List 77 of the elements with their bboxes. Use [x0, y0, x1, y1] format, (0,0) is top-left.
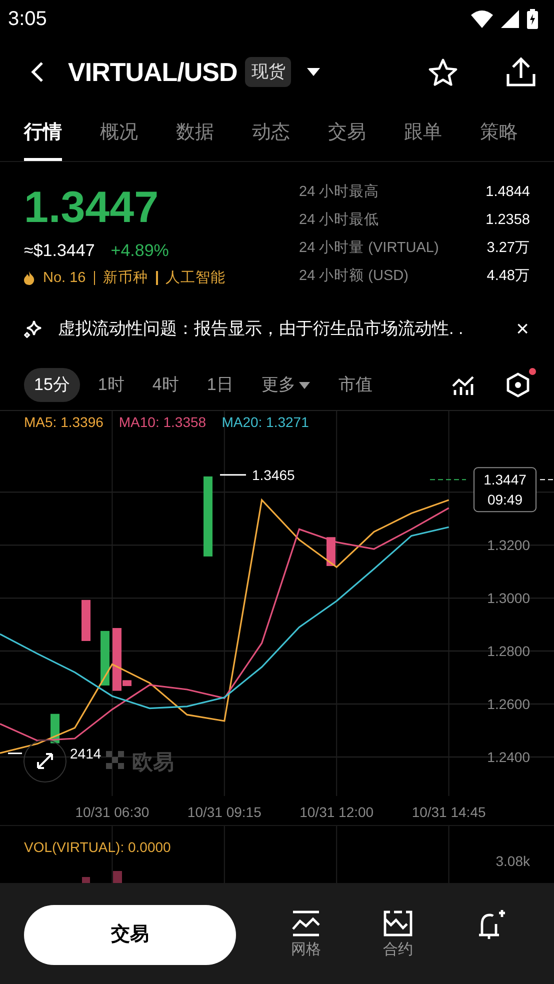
logo-icon [106, 751, 124, 769]
stat-label: 24 小时最高 [299, 182, 380, 202]
interval-tab[interactable]: 市值 [328, 368, 382, 402]
indicator-icon[interactable] [452, 375, 474, 395]
high-price-label: 1.3465 [252, 466, 295, 483]
x-axis-label: 10/31 14:45 [412, 804, 486, 820]
tab[interactable]: 数据 [176, 106, 214, 161]
stat-label: 24 小时额 (USD) [299, 266, 408, 286]
tab[interactable]: 策略 [480, 106, 518, 161]
volume-label: VOL(VIRTUAL): 0.0000 [24, 839, 171, 855]
pair-title: VIRTUAL/USD [68, 56, 238, 88]
contract-icon [383, 908, 413, 937]
watermark-text: 欧易 [132, 751, 174, 774]
stat-value: 1.2358 [486, 211, 530, 230]
volume-axis-label: 3.08k [496, 853, 530, 869]
tag[interactable]: No. 16 [43, 268, 86, 290]
grid-icon [292, 908, 320, 937]
volume-bars-drawing [82, 871, 122, 883]
stat-value: 1.4844 [486, 183, 530, 202]
tab[interactable]: 概况 [100, 106, 138, 161]
y-axis-label: 1.2800 [487, 643, 530, 660]
approx-price: ≈$1.3447 [24, 240, 95, 262]
last-price: 1.3447 [24, 186, 160, 230]
interval-tab[interactable]: 1时 [88, 368, 134, 402]
tag[interactable]: 新币种 [103, 268, 148, 290]
interval-tab[interactable]: 4时 [142, 368, 189, 402]
toolbar-action[interactable]: 合约 [368, 908, 428, 962]
market-badge: 现货 [245, 57, 292, 87]
battery-icon [527, 9, 538, 29]
x-axis-label: 10/31 06:30 [75, 804, 150, 820]
signal-icon [501, 10, 519, 28]
wifi-icon [471, 10, 493, 28]
countdown-label: 09:49 [487, 492, 523, 508]
candle [100, 630, 110, 686]
interval-tab[interactable]: 15分 [24, 368, 80, 402]
star-icon[interactable] [428, 58, 458, 86]
candle [82, 600, 90, 641]
caret-icon [299, 382, 310, 390]
ma-legend: MA10: 1.3358 [118, 414, 206, 430]
news-text[interactable]: 虚拟流动性问题：报告显示，由于衍生品市场流动性. . [58, 316, 464, 342]
price-change: +4.89% [110, 240, 169, 262]
notification-dot [529, 368, 536, 375]
tab[interactable]: 行情 [24, 106, 62, 161]
x-axis-label: 10/31 09:15 [187, 804, 262, 820]
y-axis-label: 1.3200 [487, 537, 530, 554]
high-marker [220, 474, 246, 476]
interval-tab[interactable]: 1日 [196, 368, 244, 402]
tab[interactable]: 跟单 [404, 106, 442, 161]
x-axis-label: 10/31 12:00 [300, 804, 374, 820]
close-button[interactable]: × [515, 317, 530, 341]
share-icon[interactable] [506, 57, 536, 87]
interval-tab[interactable]: 更多 [251, 368, 320, 402]
caret-icon[interactable] [307, 68, 320, 76]
stat-value: 4.48万 [486, 267, 530, 286]
toolbar-action[interactable]: 网格 [276, 908, 336, 962]
flame-icon [24, 271, 35, 286]
ma-legend: MA20: 1.3271 [222, 414, 309, 430]
status-time: 3:05 [8, 7, 47, 32]
stat-label: 24 小时量 (VIRTUAL) [299, 239, 439, 258]
stat-label: 24 小时最低 [299, 211, 380, 230]
settings-icon[interactable] [506, 372, 530, 398]
trade-button[interactable]: 交易 [24, 905, 236, 965]
low-price-label: 2414 [70, 745, 102, 762]
y-axis-label: 1.2600 [487, 696, 530, 712]
tag[interactable]: 人工智能 [166, 268, 226, 290]
stat-value: 3.27万 [486, 239, 530, 258]
tab[interactable]: 动态 [252, 106, 290, 161]
low-marker [8, 752, 22, 754]
y-axis-label: 1.2400 [487, 749, 530, 766]
price-tag-value: 1.3447 [484, 472, 526, 488]
ma-legend: MA5: 1.3396 [24, 414, 104, 430]
back-icon[interactable] [30, 61, 44, 83]
sparkle-icon [24, 320, 42, 338]
price-tag [474, 467, 536, 512]
y-axis-label: 1.3000 [487, 590, 530, 606]
expand-button[interactable] [24, 740, 66, 782]
tab[interactable]: 交易 [328, 106, 366, 161]
